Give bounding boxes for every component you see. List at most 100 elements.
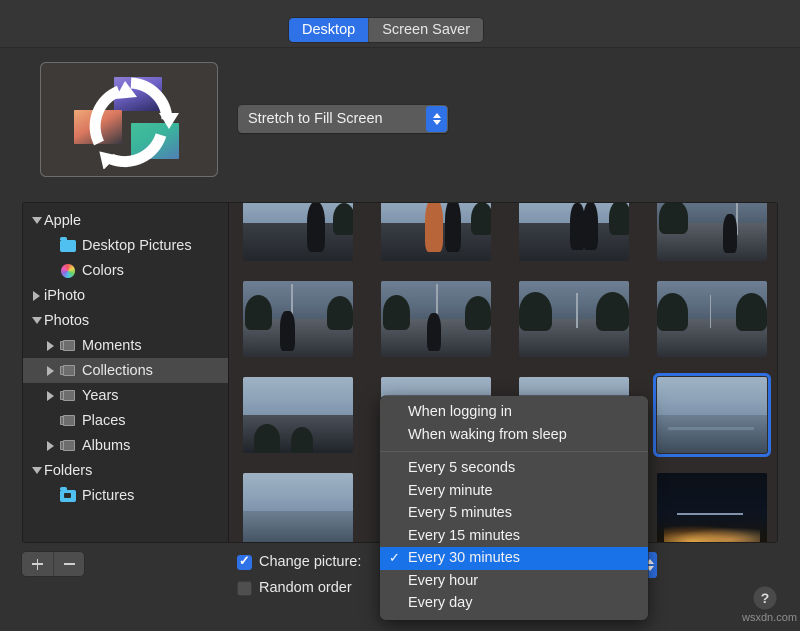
menu-item-label: Every 5 seconds <box>408 460 515 476</box>
thumbnail-image <box>243 203 353 261</box>
sidebar-item-apple[interactable]: Apple <box>23 208 228 233</box>
menu-item-label: Every minute <box>408 483 493 499</box>
color-wheel-icon <box>58 264 77 278</box>
disclosure-triangle-right-icon[interactable] <box>43 366 58 376</box>
sidebar-item-label: Apple <box>44 213 81 229</box>
remove-folder-button[interactable] <box>53 552 84 576</box>
menu-item-every-5-minutes[interactable]: Every 5 minutes <box>380 502 648 525</box>
change-picture-row[interactable]: Change picture: <box>237 554 361 570</box>
sidebar-item-label: Colors <box>82 263 124 279</box>
thumbnail[interactable] <box>657 281 767 357</box>
sidebar-item-places[interactable]: Places <box>23 408 228 433</box>
thumbnail[interactable] <box>381 281 491 357</box>
sidebar-item-label: Moments <box>82 338 142 354</box>
sidebar-item-label: iPhoto <box>44 288 85 304</box>
menu-separator <box>380 451 648 452</box>
tab-screen-saver[interactable]: Screen Saver <box>369 18 483 42</box>
thumbnail-selected[interactable] <box>657 377 767 453</box>
menu-item-every-minute[interactable]: Every minute <box>380 480 648 503</box>
menu-item-label: Every hour <box>408 573 478 589</box>
sidebar-item-years[interactable]: Years <box>23 383 228 408</box>
tab-desktop[interactable]: Desktop <box>289 18 369 42</box>
disclosure-triangle-down-icon[interactable] <box>29 317 44 324</box>
rotating-wallpaper-icon <box>41 63 217 176</box>
add-folder-button[interactable] <box>22 552 53 576</box>
thumbnail-image <box>657 377 767 453</box>
photo-stack-icon <box>58 440 77 452</box>
change-picture-checkbox[interactable] <box>237 555 252 570</box>
thumbnail-image <box>657 203 767 261</box>
sidebar-item-iphoto[interactable]: iPhoto <box>23 283 228 308</box>
photo-stack-icon <box>58 365 77 377</box>
random-order-label: Random order <box>259 580 352 596</box>
sidebar-item-collections[interactable]: Collections <box>23 358 228 383</box>
sidebar-item-photos[interactable]: Photos <box>23 308 228 333</box>
disclosure-triangle-down-icon[interactable] <box>29 217 44 224</box>
thumbnail[interactable] <box>243 203 353 261</box>
sidebar-item-colors[interactable]: Colors <box>23 258 228 283</box>
menu-item-when-logging-in[interactable]: When logging in <box>380 401 648 424</box>
menu-item-label: Every 30 minutes <box>408 550 520 566</box>
sidebar-item-folders[interactable]: Folders <box>23 458 228 483</box>
menu-item-label: Every day <box>408 595 472 611</box>
thumbnail[interactable] <box>657 203 767 261</box>
sidebar-item-albums[interactable]: Albums <box>23 433 228 458</box>
thumbnail-image <box>243 377 353 453</box>
thumbnail[interactable] <box>519 203 629 261</box>
menu-item-every-day[interactable]: Every day <box>380 592 648 615</box>
tab-segmented-control[interactable]: Desktop Screen Saver <box>289 18 483 42</box>
disclosure-triangle-right-icon[interactable] <box>43 341 58 351</box>
menu-item-label: Every 5 minutes <box>408 505 512 521</box>
thumbnail-image <box>243 473 353 542</box>
interval-dropdown-menu[interactable]: When logging in When waking from sleep Eve… <box>380 396 648 620</box>
thumbnail[interactable] <box>243 281 353 357</box>
disclosure-triangle-right-icon[interactable] <box>29 291 44 301</box>
scale-mode-stepper-icon[interactable] <box>426 106 447 132</box>
sidebar-item-moments[interactable]: Moments <box>23 333 228 358</box>
desktop-screensaver-preferences-window: Desktop Screen Saver Stretch to Fill Scr… <box>0 0 800 631</box>
source-sidebar-tree[interactable]: AppleDesktop Pictures Colors iPhoto Photos M… <box>23 203 229 542</box>
watermark: wsxdn.com <box>742 612 797 624</box>
disclosure-triangle-right-icon[interactable] <box>43 441 58 451</box>
menu-item-every-hour[interactable]: Every hour <box>380 570 648 593</box>
menu-item-when-waking-from-sleep[interactable]: When waking from sleep <box>380 424 648 447</box>
scale-mode-popup-button[interactable]: Stretch to Fill Screen <box>238 105 448 133</box>
photo-stack-icon <box>58 415 77 427</box>
sidebar-item-label: Years <box>82 388 119 404</box>
sidebar-item-pictures[interactable]: Pictures <box>23 483 228 508</box>
folder-icon <box>58 240 77 252</box>
disclosure-triangle-right-icon[interactable] <box>43 391 58 401</box>
sidebar-item-desktop-pictures[interactable]: Desktop Pictures <box>23 233 228 258</box>
thumbnail-image <box>381 203 491 261</box>
sidebar-item-label: Photos <box>44 313 89 329</box>
thumbnail[interactable] <box>519 281 629 357</box>
photo-stack-icon <box>58 390 77 402</box>
thumbnail[interactable] <box>657 473 767 542</box>
thumbnail[interactable] <box>243 473 353 542</box>
menu-item-label: When waking from sleep <box>408 427 567 443</box>
menu-item-every-30-minutes[interactable]: ✓Every 30 minutes <box>380 547 648 570</box>
checkmark-icon: ✓ <box>389 550 408 566</box>
help-button[interactable]: ? <box>753 586 777 610</box>
menu-item-every-15-minutes[interactable]: Every 15 minutes <box>380 525 648 548</box>
thumbnail[interactable] <box>243 377 353 453</box>
menu-item-every-5-seconds[interactable]: Every 5 seconds <box>380 457 648 480</box>
menu-item-label: When logging in <box>408 404 512 420</box>
add-remove-source-buttons[interactable] <box>22 552 84 576</box>
pictures-folder-icon <box>58 490 77 502</box>
desktop-preview-well[interactable] <box>40 62 218 177</box>
sidebar-item-label: Places <box>82 413 126 429</box>
scale-mode-value: Stretch to Fill Screen <box>238 111 426 127</box>
sidebar-item-label: Albums <box>82 438 130 454</box>
change-picture-label: Change picture: <box>259 554 361 570</box>
chevron-up-icon <box>433 113 441 118</box>
chevron-down-icon <box>433 120 441 125</box>
disclosure-triangle-down-icon[interactable] <box>29 467 44 474</box>
thumbnail-image <box>381 281 491 357</box>
thumbnail[interactable] <box>381 203 491 261</box>
sidebar-item-label: Collections <box>82 363 153 379</box>
random-order-checkbox[interactable] <box>237 581 252 596</box>
sidebar-item-label: Desktop Pictures <box>82 238 192 254</box>
random-order-row[interactable]: Random order <box>237 580 352 596</box>
menu-item-label: Every 15 minutes <box>408 528 520 544</box>
